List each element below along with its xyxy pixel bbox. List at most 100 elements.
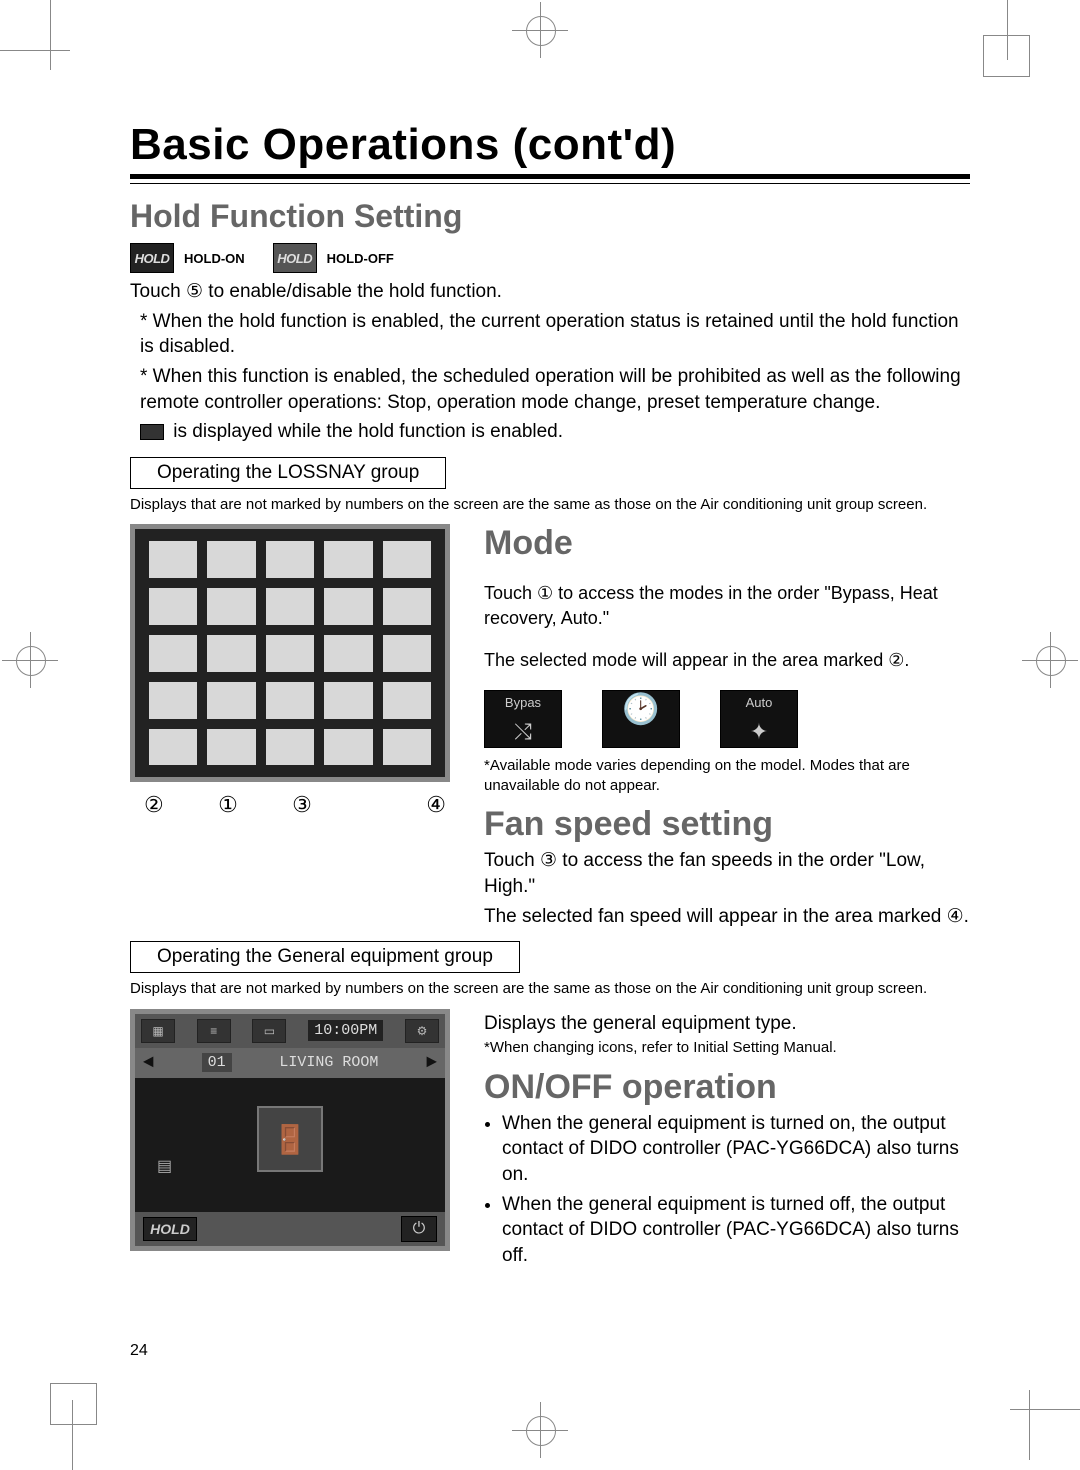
hold-on-icon-text: HOLD	[135, 251, 170, 266]
grid-cell	[149, 729, 197, 766]
grid-cell	[266, 541, 314, 578]
gen-main-area: 🚪 ▤	[135, 1078, 445, 1212]
general-right-line1: Displays the general equipment type.	[484, 1011, 970, 1037]
grid-cell	[207, 541, 255, 578]
grid-cell	[207, 682, 255, 719]
mode-icon-heat-recovery: 🕑	[602, 690, 680, 748]
general-screen-column: ▦ ≡ ▭ 10:00PM ⚙ ◄ 01 LIVING ROOM ► 🚪 ▤	[130, 1009, 460, 1251]
mode-icons: Bypas ⤭ 🕑 Auto ✦	[484, 690, 970, 748]
hold-note-2: * When this function is enabled, the sch…	[130, 364, 970, 415]
fan-line2: The selected fan speed will appear in th…	[484, 904, 970, 930]
general-screen: ▦ ≡ ▭ 10:00PM ⚙ ◄ 01 LIVING ROOM ► 🚪 ▤	[130, 1009, 450, 1251]
single-view-icon: ▭	[252, 1019, 286, 1043]
lossnay-box-label: Operating the LOSSNAY group	[130, 457, 446, 489]
prev-arrow-icon: ◄	[143, 1053, 154, 1073]
onoff-bullet-1: When the general equipment is turned on,…	[502, 1111, 970, 1188]
fan-line1: Touch ③ to access the fan speeds in the …	[484, 848, 970, 899]
registration-mark	[10, 640, 50, 680]
lossnay-fine-print: Displays that are not marked by numbers …	[130, 495, 970, 515]
lossnay-screen	[130, 524, 450, 782]
grid-cell	[324, 682, 372, 719]
crop-mark	[50, 0, 51, 70]
page-title: Basic Operations (cont'd)	[130, 120, 970, 170]
hold-note-3: is displayed while the hold function is …	[130, 419, 970, 445]
mode-icon-bypass-label: Bypas	[505, 695, 541, 710]
callout-3: ③	[292, 792, 312, 818]
registration-mark	[1030, 640, 1070, 680]
crop-mark	[50, 1383, 97, 1425]
crop-mark	[1029, 1390, 1030, 1460]
title-rule	[130, 174, 970, 184]
general-row: ▦ ≡ ▭ 10:00PM ⚙ ◄ 01 LIVING ROOM ► 🚪 ▤	[130, 1009, 970, 1273]
hold-button-icon: HOLD	[143, 1217, 197, 1241]
general-fine-print: Displays that are not marked by numbers …	[130, 979, 970, 999]
grid-cell	[383, 682, 431, 719]
list-view-icon: ≡	[197, 1019, 231, 1043]
mode-icon-bypass: Bypas ⤭	[484, 690, 562, 748]
registration-mark	[520, 10, 560, 50]
grid-cell	[266, 729, 314, 766]
general-box-label: Operating the General equipment group	[130, 941, 520, 973]
gen-top-bar: ▦ ≡ ▭ 10:00PM ⚙	[135, 1014, 445, 1048]
clock-readout: 10:00PM	[308, 1020, 383, 1041]
hold-icon-row: HOLD HOLD-ON HOLD HOLD-OFF	[130, 243, 970, 273]
grid-cell	[324, 541, 372, 578]
onoff-heading: ON/OFF operation	[484, 1068, 970, 1107]
hold-on-label: HOLD-ON	[184, 251, 245, 266]
auto-glyph-icon: ✦	[750, 721, 768, 743]
fan-heading: Fan speed setting	[484, 805, 970, 844]
lossnay-row: ② ① ③ ④ Mode Touch ① to access the modes…	[130, 524, 970, 933]
page-number: 24	[130, 1342, 148, 1360]
grid-cell	[149, 682, 197, 719]
callout-row: ② ① ③ ④	[130, 792, 460, 818]
mode-icon-auto-label: Auto	[746, 695, 773, 710]
callout-4: ④	[426, 792, 446, 818]
grid-cell	[207, 635, 255, 672]
lossnay-screen-column: ② ① ③ ④	[130, 524, 460, 818]
grid-cell	[266, 588, 314, 625]
grid-view-icon: ▦	[141, 1019, 175, 1043]
onoff-bullet-2: When the general equipment is turned off…	[502, 1192, 970, 1269]
registration-mark	[520, 1410, 560, 1450]
group-grid	[149, 541, 431, 765]
hold-on-icon: HOLD	[130, 243, 174, 273]
crop-mark	[1007, 0, 1008, 60]
gen-bottom-bar: HOLD ⏻	[135, 1212, 445, 1246]
hold-inline-icon	[140, 424, 164, 440]
hold-off-icon-text: HOLD	[277, 251, 312, 266]
mode-icon-auto: Auto ✦	[720, 690, 798, 748]
onoff-bullets: When the general equipment is turned on,…	[484, 1111, 970, 1269]
callout-1: ①	[218, 792, 238, 818]
status-icon: ▤	[157, 1156, 172, 1176]
crop-mark	[0, 50, 70, 51]
hold-note-3-text: is displayed while the hold function is …	[168, 421, 563, 442]
equipment-type-icon: 🚪	[257, 1106, 323, 1172]
grid-cell	[383, 588, 431, 625]
hold-note-1: * When the hold function is enabled, the…	[130, 309, 970, 360]
hold-off-icon: HOLD	[273, 243, 317, 273]
hold-off-label: HOLD-OFF	[327, 251, 394, 266]
mode-heading: Mode	[484, 524, 970, 563]
grid-cell	[324, 635, 372, 672]
grid-cell	[207, 729, 255, 766]
grid-cell	[324, 729, 372, 766]
gen-room-bar: ◄ 01 LIVING ROOM ►	[135, 1048, 445, 1078]
grid-cell	[324, 588, 372, 625]
mode-line2: The selected mode will appear in the are…	[484, 648, 970, 672]
hold-heading: Hold Function Setting	[130, 198, 970, 235]
grid-cell	[266, 682, 314, 719]
grid-cell	[149, 541, 197, 578]
general-right-note: *When changing icons, refer to Initial S…	[484, 1038, 970, 1058]
grid-cell	[207, 588, 255, 625]
grid-cell	[383, 635, 431, 672]
mode-column: Mode Touch ① to access the modes in the …	[484, 524, 970, 933]
bypass-glyph-icon: ⤭	[514, 721, 532, 743]
mode-note: *Available mode varies depending on the …	[484, 756, 970, 795]
clock-icon: 🕑	[622, 695, 659, 725]
grid-cell	[149, 588, 197, 625]
power-button-icon: ⏻	[401, 1216, 437, 1242]
grid-cell	[383, 729, 431, 766]
manual-page: Basic Operations (cont'd) Hold Function …	[0, 0, 1080, 1460]
room-name: LIVING ROOM	[279, 1054, 378, 1071]
callout-2: ②	[144, 792, 164, 818]
